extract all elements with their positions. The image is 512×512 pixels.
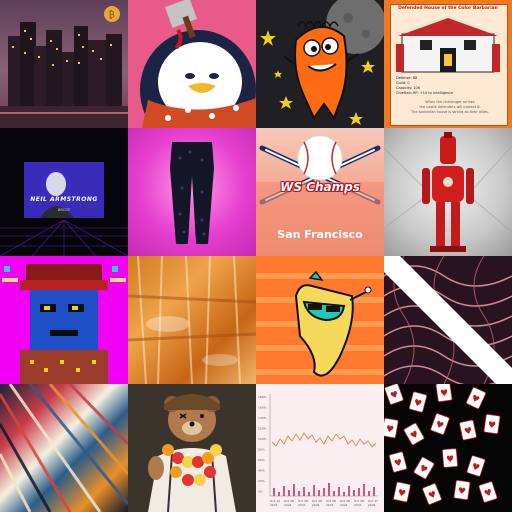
tile-glitch-streaks[interactable] (0, 384, 128, 512)
chart-y-tick-label: 160% (258, 406, 267, 410)
tile-floating-cards[interactable]: ♥ ♥ ♥ ♥ ♥ ♥ ♥ ♥ ♥ ♥ ♥ ♥ ♥ ♥ ♥ ♥ ♥ (384, 384, 512, 512)
chart-y-tick-label: 40% (258, 469, 265, 473)
playing-card: ♥ (453, 479, 471, 501)
chart-y-tick-label: 80% (258, 448, 265, 452)
tile-price-chart[interactable]: 180% 160% 140% 120% 100% 80% 60% 40% 20% 0% Oct 1… (256, 384, 384, 512)
penguin-art (140, 0, 256, 128)
playing-card: ♥ (483, 413, 501, 435)
chart-y-tick-label: 180% (258, 395, 267, 399)
playing-card: ♥ (384, 417, 399, 439)
neil-name: NEIL ARMSTRONG (30, 196, 98, 203)
san-francisco-text: San Francisco (277, 228, 363, 241)
pixel-house-art (396, 18, 500, 73)
tile-pixel-city-night[interactable]: ₿ (0, 0, 128, 128)
tile-pixel-punk-face[interactable] (0, 256, 128, 384)
price-chart-svg: 180%160%140%120%100%80%60%40%20%0% Oct 1… (256, 384, 384, 512)
playing-card: ♥ (403, 422, 425, 446)
tile-leggings-on-pink[interactable] (128, 128, 256, 256)
playing-card: ♥ (422, 483, 442, 505)
tile-ws-champs-san-francisco[interactable]: WS Champs San Francisco (256, 128, 384, 256)
playing-card: ♥ (413, 456, 435, 480)
playing-card: ♥ (408, 391, 428, 413)
monster-art (260, 0, 384, 125)
bear-art (128, 384, 256, 512)
playing-card: ♥ (478, 481, 498, 503)
leggings-art (170, 142, 214, 244)
tile-orange-monster-on-moon[interactable] (256, 0, 384, 128)
neil-sub: BRCOT (58, 208, 70, 212)
playing-card: ♥ (459, 419, 477, 441)
playing-card: ♥ (441, 448, 459, 468)
cards-art: ♥♥♥ ♥♥ ♥♥ ♥♥♥ ♥♥♥♥ ♥ ♥ ♥ (384, 384, 501, 505)
tile-red-robot-figure[interactable] (384, 128, 512, 256)
svg-text:♥: ♥ (385, 424, 395, 435)
chart-y-tick-label: 120% (258, 427, 267, 431)
playing-card: ♥ (393, 481, 411, 503)
tile-bear-with-lei[interactable] (128, 384, 256, 512)
house-title: Defended House of the Color Barbarian (398, 6, 498, 11)
tile-penguin-with-cleaver[interactable] (128, 0, 256, 128)
house-stats: Defense: 88 Guild: 0 Capacity: 106 Chief… (396, 76, 453, 96)
chart-y-tick-label: 60% (258, 458, 265, 462)
chart-y-tick-label: 140% (258, 416, 267, 420)
tile-pixel-house-of-barbarian[interactable]: Defended House of the Color Barbarian De… (384, 0, 512, 128)
playing-card: ♥ (388, 451, 408, 473)
svg-text:♥: ♥ (440, 388, 449, 399)
house-caption: When the challenger arrives the castle d… (396, 100, 504, 115)
svg-text:♥: ♥ (487, 420, 496, 431)
playing-card: ♥ (430, 413, 450, 435)
tile-swirl-pattern-diagonal[interactable] (384, 256, 512, 384)
house-caption-line: The barbarian house is strong as their a… (410, 110, 489, 114)
robot-art (384, 132, 512, 252)
svg-text:♥: ♥ (457, 486, 466, 497)
playing-card: ♥ (465, 386, 487, 410)
playing-card: ♥ (435, 384, 453, 403)
abstract-paint-art (128, 256, 256, 384)
nft-gallery-grid: ₿ Defended House of the Color Barbarian … (0, 0, 512, 512)
svg-text:₿: ₿ (109, 10, 115, 21)
svg-text:♥: ♥ (446, 455, 455, 466)
pixel-city-art: ₿ (0, 6, 128, 128)
tile-cartoon-sticker-character[interactable] (256, 256, 384, 384)
tile-orange-abstract-painting[interactable] (128, 256, 256, 384)
ws-champs-text: WS Champs (280, 180, 360, 194)
playing-card: ♥ (384, 384, 404, 405)
house-stat: Chieftain HP: +10 to intelligence (396, 91, 454, 95)
tile-neil-armstrong-poster[interactable]: NEIL ARMSTRONG BRCOT (0, 128, 128, 256)
playing-card: ♥ (466, 455, 486, 477)
glitch-art (0, 384, 128, 512)
punk-art (2, 264, 126, 384)
chart-y-tick-label: 100% (258, 437, 267, 441)
chart-y-tick-label: 0% (258, 490, 263, 494)
chart-y-tick-label: 20% (258, 479, 265, 483)
neon-grid-art (0, 162, 128, 256)
swirl-art (384, 256, 512, 384)
sticker-art (256, 270, 384, 377)
